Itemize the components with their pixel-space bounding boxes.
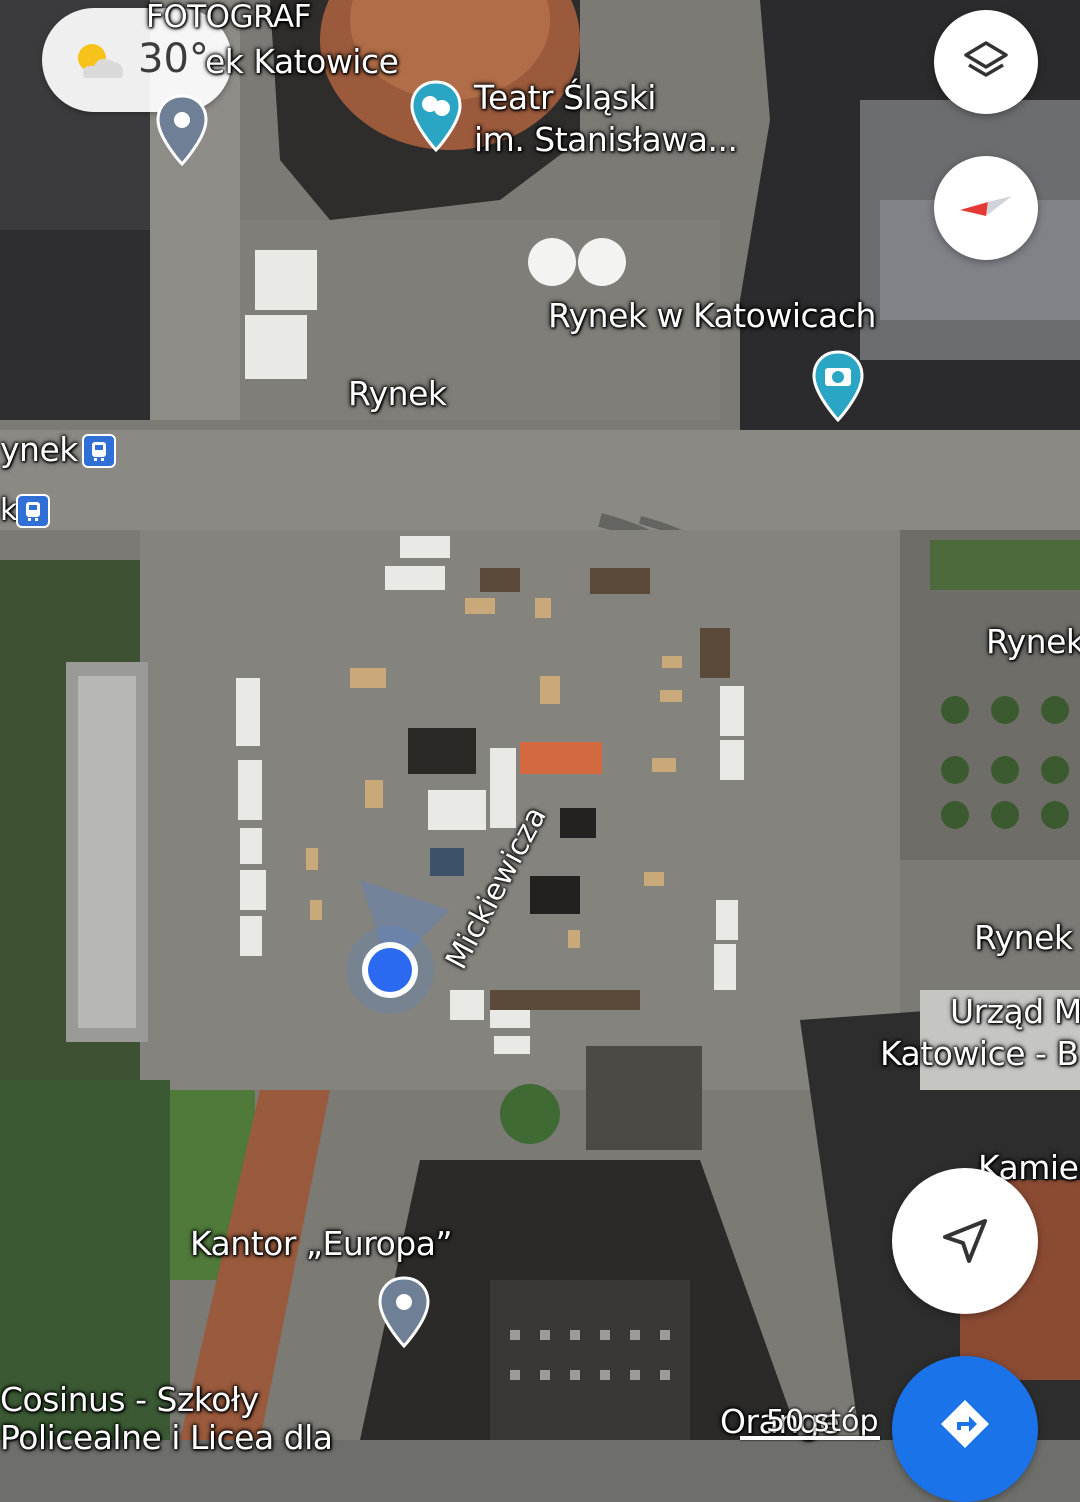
place-label-teatr[interactable]: Teatr Śląski [474, 79, 656, 116]
place-pin-icon[interactable] [156, 94, 208, 166]
place-label-teatr-sub[interactable]: im. Stanisława... [474, 121, 738, 158]
place-label-rynek-w-katowicach[interactable]: Rynek w Katowicach [548, 297, 876, 334]
current-location-dot[interactable] [300, 880, 480, 1060]
my-location-button[interactable] [892, 1168, 1038, 1314]
place-label-rynek-right[interactable]: Rynek [986, 623, 1080, 660]
map-scale-label: 50 stóp [766, 1404, 879, 1439]
place-label-fotograf-sub[interactable]: ek Katowice [205, 43, 399, 80]
camera-icon[interactable] [812, 350, 864, 422]
place-label-urzad[interactable]: Urząd M [950, 993, 1080, 1030]
compass-icon [960, 196, 1012, 216]
place-label-rynek-right-bottom[interactable]: Rynek [974, 919, 1073, 956]
transit-stop-label[interactable]: ynek [0, 431, 78, 468]
tram-icon[interactable] [16, 494, 50, 528]
place-label-urzad-sub[interactable]: Katowice - B [880, 1035, 1079, 1072]
weather-temperature: 30° [138, 36, 209, 82]
layers-icon [964, 41, 1008, 77]
directions-icon [941, 1400, 989, 1448]
transit-stop-label-2[interactable]: k [0, 494, 17, 527]
theater-masks-icon[interactable] [410, 80, 462, 152]
map-scale-bar [740, 1436, 880, 1440]
navigation-arrow-icon [943, 1219, 987, 1263]
compass-button[interactable] [934, 156, 1038, 260]
directions-button[interactable] [892, 1356, 1038, 1502]
layers-button[interactable] [934, 10, 1038, 114]
place-label-kantor[interactable]: Kantor „Europa” [190, 1225, 453, 1262]
place-label-rynek[interactable]: Rynek [348, 375, 447, 412]
place-label-cosinus-sub[interactable]: Policealne i Licea dla [0, 1419, 333, 1456]
place-pin-icon[interactable] [378, 1276, 430, 1348]
place-label-fotograf[interactable]: FOTOGRAF [146, 0, 311, 34]
partly-sunny-icon [78, 44, 123, 78]
tram-icon[interactable] [82, 434, 116, 468]
place-label-cosinus[interactable]: Cosinus - Szkoły [0, 1381, 259, 1418]
